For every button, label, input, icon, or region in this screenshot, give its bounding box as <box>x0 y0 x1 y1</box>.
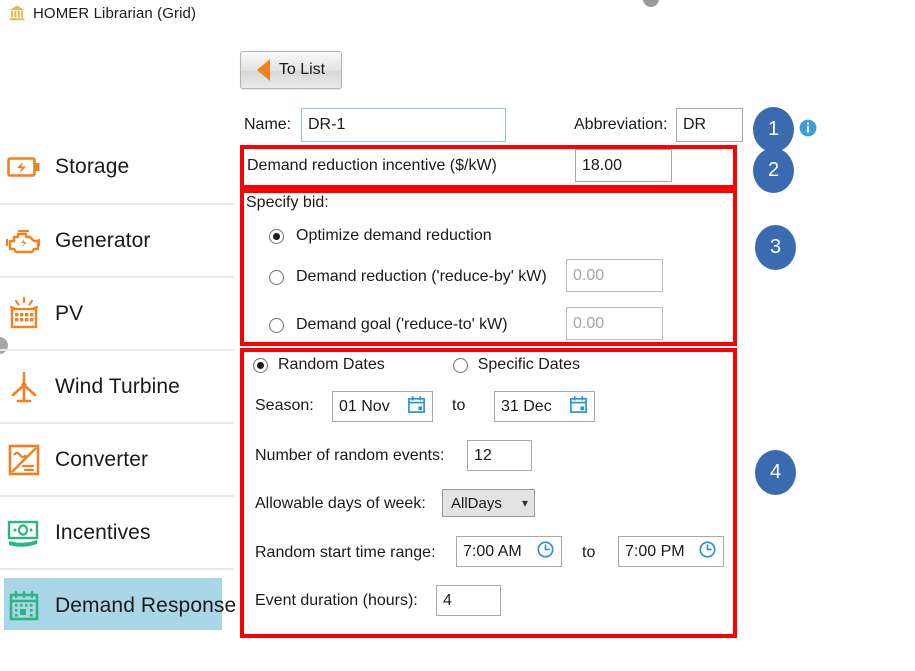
allowable-days-of-week-select[interactable]: AllDays ▾ <box>442 489 535 517</box>
bid-option-optimize[interactable]: Optimize demand reduction <box>269 227 492 245</box>
abbreviation-label: Abbreviation: <box>574 116 668 133</box>
banknote-icon <box>6 515 42 551</box>
sidebar-item-label: Converter <box>55 447 149 471</box>
calendar-grid-icon <box>6 588 42 624</box>
calendar-icon[interactable] <box>569 395 588 419</box>
random-start-time-range-label: Random start time range: <box>255 544 436 561</box>
solar-panel-icon <box>6 296 42 332</box>
triangle-left-icon <box>256 59 270 81</box>
name-label: Name: <box>244 116 292 133</box>
annotation-badge-2: 2 <box>753 148 794 193</box>
sidebar-item-label: Generator <box>55 228 151 252</box>
sidebar-item-pv[interactable]: PV <box>0 276 234 349</box>
to-list-button-label: To List <box>278 61 326 78</box>
random-dates-label: Random Dates <box>278 356 385 373</box>
annotation-badge-3: 3 <box>755 225 796 270</box>
clock-icon[interactable] <box>536 540 555 564</box>
allowable-days-of-week-value: AllDays <box>451 494 502 512</box>
abbreviation-input[interactable]: DR <box>676 108 743 142</box>
start-time-from-value: 7:00 AM <box>463 542 522 560</box>
window-title-text: HOMER Librarian (Grid) <box>33 4 197 22</box>
sidebar-item-incentives[interactable]: Incentives <box>0 495 234 568</box>
season-label: Season: <box>255 397 314 414</box>
season-from-value: 01 Nov <box>339 397 390 415</box>
demand-reduction-incentive-label: Demand reduction incentive ($/kW) <box>247 157 497 174</box>
event-duration-input[interactable]: 4 <box>436 585 501 616</box>
battery-icon <box>6 149 42 185</box>
sidebar-item-converter[interactable]: Converter <box>0 422 234 495</box>
sidebar-item-generator[interactable]: Generator <box>0 203 234 276</box>
radio-button-random-dates[interactable] <box>253 357 268 373</box>
start-time-from-input[interactable]: 7:00 AM <box>456 536 562 567</box>
bid-option-demand-goal[interactable]: Demand goal ('reduce-to' kW) <box>269 316 508 334</box>
season-to-value: 31 Dec <box>501 397 552 415</box>
name-row: Name: DR-1 Abbreviation: DR <box>244 108 824 142</box>
specify-bid-title: Specify bid: <box>246 194 329 211</box>
number-of-random-events-input[interactable]: 12 <box>467 440 532 471</box>
radio-button[interactable] <box>269 269 284 285</box>
engine-icon <box>6 223 42 259</box>
radio-button[interactable] <box>269 228 284 244</box>
sidebar-item-label: PV <box>55 301 84 325</box>
sidebar-item-label: Demand Response <box>55 593 237 617</box>
event-duration-label: Event duration (hours): <box>255 592 418 609</box>
bank-icon <box>8 4 26 22</box>
sidebar-item-label: Wind Turbine <box>55 374 180 398</box>
sidebar-item-label: Incentives <box>55 520 151 544</box>
bid-option-label: Demand reduction ('reduce-by' kW) <box>296 268 547 285</box>
name-input[interactable]: DR-1 <box>301 108 506 142</box>
start-time-connector-label: to <box>582 544 596 561</box>
calendar-icon[interactable] <box>407 395 426 419</box>
annotation-badge-1: 1 <box>753 107 794 152</box>
category-sidebar: Storage Generator PV Wind Turbine Conver… <box>0 130 237 645</box>
to-list-button[interactable]: To List <box>240 51 342 89</box>
allowable-days-of-week-label: Allowable days of week: <box>255 495 426 512</box>
sidebar-item-storage[interactable]: Storage <box>0 130 234 203</box>
demand-reduction-incentive-input[interactable]: 18.00 <box>575 149 672 182</box>
bid-option-label: Demand goal ('reduce-to' kW) <box>296 316 508 333</box>
converter-icon <box>6 442 42 478</box>
start-time-to-input[interactable]: 7:00 PM <box>618 536 724 567</box>
start-time-to-value: 7:00 PM <box>625 542 685 560</box>
season-from-input[interactable]: 01 Nov <box>332 391 433 422</box>
sidebar-item-wind-turbine[interactable]: Wind Turbine <box>0 349 234 422</box>
chevron-down-icon: ▾ <box>521 496 528 510</box>
wind-turbine-icon <box>6 369 42 405</box>
demand-goal-input[interactable]: 0.00 <box>566 307 663 340</box>
season-to-connector-label: to <box>452 397 466 414</box>
specific-dates-label: Specific Dates <box>477 356 580 373</box>
bid-option-label: Optimize demand reduction <box>296 227 492 244</box>
bid-option-demand-reduction[interactable]: Demand reduction ('reduce-by' kW) <box>269 268 547 286</box>
season-to-input[interactable]: 31 Dec <box>494 391 595 422</box>
info-icon[interactable] <box>799 119 817 137</box>
sidebar-item-demand-response[interactable]: Demand Response <box>0 568 237 641</box>
radio-button-specific-dates[interactable] <box>452 357 468 373</box>
radio-button[interactable] <box>269 317 284 333</box>
window-title-bar: HOMER Librarian (Grid) <box>0 0 915 26</box>
dates-mode-group: Random Dates Specific Dates <box>253 356 580 374</box>
number-of-random-events-label: Number of random events: <box>255 447 445 464</box>
sidebar-item-label: Storage <box>55 154 130 178</box>
demand-reduction-input[interactable]: 0.00 <box>566 259 663 292</box>
clock-icon[interactable] <box>698 540 717 564</box>
annotation-badge-4: 4 <box>755 450 796 495</box>
